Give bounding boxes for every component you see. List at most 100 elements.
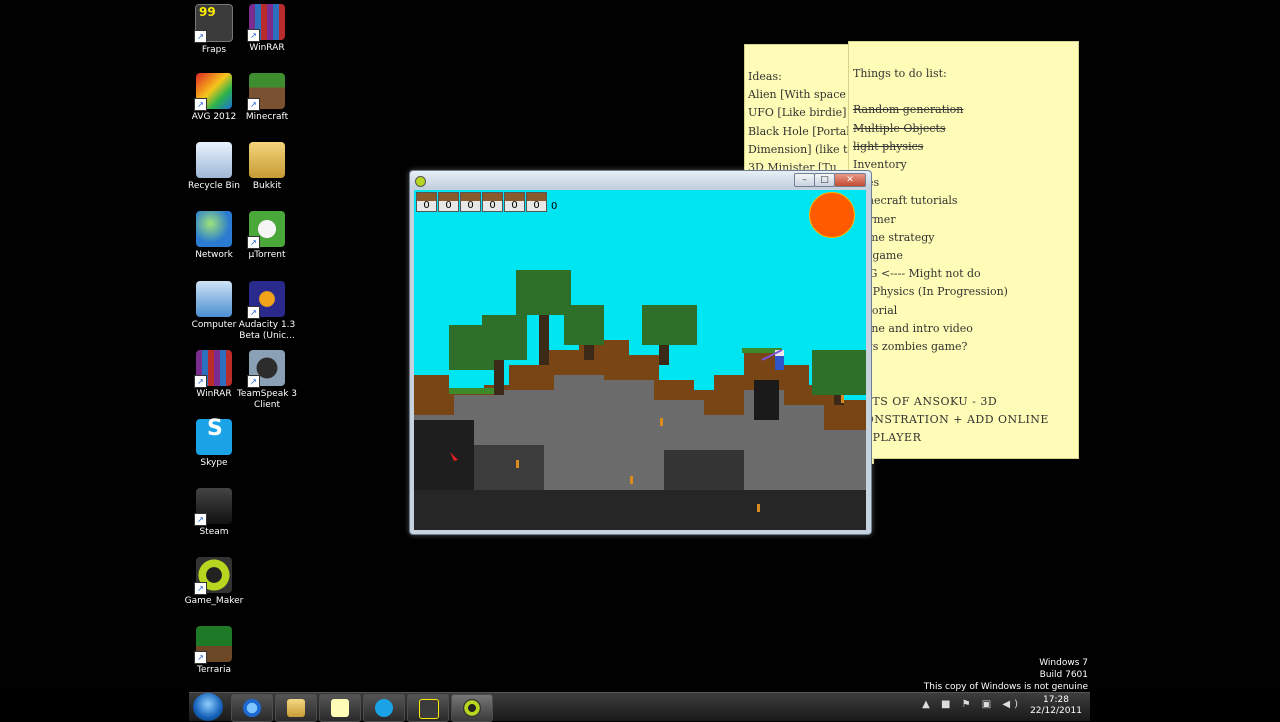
note-line: GHTS OF ANSOKU - 3D [853, 394, 998, 408]
clock-time: 17:28 [1043, 695, 1069, 705]
tree-canopy [812, 350, 866, 395]
computer-icon [196, 281, 232, 317]
desktop-icon-label: Skype [200, 458, 228, 468]
tree-canopy [642, 305, 697, 345]
desktop-icon-label: Steam [199, 527, 229, 537]
steam-icon: ↗ [194, 488, 232, 526]
sun [809, 192, 855, 238]
inventory-slot[interactable]: 0 [460, 192, 481, 212]
desktop-icon-skype[interactable]: Skype [179, 419, 249, 469]
desktop-icon-steam[interactable]: ↗ Steam [179, 488, 249, 538]
game-maker-icon [463, 699, 481, 717]
audacity-icon: ↗ [247, 281, 285, 319]
desktop-icon-label: WinRAR [249, 43, 285, 53]
game-scene [414, 270, 866, 530]
note-line-done: light physics [853, 139, 924, 153]
tray-icons[interactable]: ▲ ■ ⚑ ▣ ◀) [922, 699, 1022, 710]
tree-canopy [564, 305, 604, 345]
internet-explorer-icon [243, 699, 261, 717]
note-title: Things to do list: [853, 67, 947, 80]
desktop-icon-winrar[interactable]: ↗ WinRAR [232, 4, 302, 54]
desktop-icon-utorrent[interactable]: ↗ µTorrent [232, 211, 302, 261]
tree-canopy [516, 270, 571, 315]
close-button[interactable]: ✕ [834, 173, 866, 187]
windows-explorer-icon [287, 699, 305, 717]
game-maker-icon: ↗ [194, 557, 232, 595]
torch [757, 504, 760, 512]
note-line: zle game [853, 249, 903, 263]
start-button[interactable] [193, 693, 223, 721]
taskbar-fraps[interactable] [407, 694, 449, 722]
fraps-icon [419, 699, 439, 719]
clock[interactable]: 17:28 22/12/2011 [1026, 695, 1086, 717]
game-viewport[interactable]: 0 0 0 0 0 0 0 [414, 190, 866, 530]
minimize-button[interactable]: – [794, 173, 815, 187]
note-line: scene and intro video [853, 321, 973, 335]
note-line: mies [853, 174, 1075, 192]
inventory-slot[interactable]: 0 [526, 192, 547, 212]
taskbar-skype[interactable] [363, 694, 405, 722]
desktop-icon-audacity[interactable]: ↗ Audacity 1.3 Beta (Unic... [232, 281, 302, 342]
fraps-icon: ↗ [194, 4, 233, 43]
desktop-icon-label: µTorrent [248, 250, 286, 260]
winrar-icon: ↗ [194, 350, 232, 388]
torch [841, 395, 844, 403]
block-count: 0 [551, 201, 558, 212]
desktop-icon-label: AVG 2012 [191, 112, 237, 122]
note-line: ng [853, 356, 1075, 374]
note-line: MONSTRATION + ADD ONLINE [853, 412, 1049, 426]
desktop-icon-label: Computer [191, 320, 237, 330]
desktop-icon-terraria[interactable]: ↗ Terraria [179, 626, 249, 676]
note-line: ts vs zombies game? [853, 340, 968, 354]
winrar-icon: ↗ [247, 4, 285, 42]
inventory-slot[interactable]: 0 [416, 192, 437, 212]
minecraft-icon: ↗ [247, 73, 285, 111]
desktop-icon-label: WinRAR [196, 389, 232, 399]
window-titlebar[interactable]: – □ ✕ [410, 171, 871, 189]
inventory-slot[interactable]: 0 [504, 192, 525, 212]
desktop-icon-label: Audacity 1.3 Beta (Unic... [238, 320, 296, 341]
note-line: l time strategy [853, 230, 935, 244]
inventory-slot[interactable]: 0 [482, 192, 503, 212]
terraria-icon: ↗ [194, 626, 232, 664]
skype-icon [196, 419, 232, 455]
note-line: LTIPLAYER [853, 431, 922, 445]
skype-icon [375, 699, 393, 717]
taskbar-sticky-notes[interactable] [319, 694, 361, 722]
taskbar: ▲ ■ ⚑ ▣ ◀) 17:28 22/12/2011 [189, 692, 1090, 722]
taskbar-windows-explorer[interactable] [275, 694, 317, 722]
desktop-icon-label: Fraps [201, 45, 227, 55]
desktop-icon-label: Game_Maker [184, 596, 244, 606]
watermark-line: Windows 7 [1039, 658, 1088, 668]
windows-not-genuine-watermark: Windows 7 Build 7601 This copy of Window… [924, 657, 1088, 693]
torch [630, 476, 633, 484]
game-maker-app-icon [415, 176, 426, 187]
taskbar-internet-explorer[interactable] [231, 694, 273, 722]
inventory-slot[interactable]: 0 [438, 192, 459, 212]
note-line-done: Random generation [853, 103, 964, 117]
maximize-button[interactable]: □ [814, 173, 835, 187]
desktop-icon-label: Bukkit [252, 181, 282, 191]
desktop-icon-bukkit[interactable]: Bukkit [232, 142, 302, 192]
clock-date: 22/12/2011 [1030, 706, 1082, 716]
desktop-icon-label: Terraria [197, 665, 231, 675]
note-line [853, 374, 1075, 392]
network-icon [196, 211, 232, 247]
desktop-icon-label: Network [195, 250, 233, 260]
note-line: Inventory [853, 158, 907, 172]
desktop-icon-minecraft[interactable]: ↗ Minecraft [232, 73, 302, 123]
desktop-icon-game-maker[interactable]: ↗ Game_Maker [179, 557, 249, 607]
desktop-icon-teamspeak[interactable]: ↗ TeamSpeak 3 Client [232, 350, 302, 411]
torch [660, 418, 663, 426]
inventory-hotbar: 0 0 0 0 0 0 0 [416, 192, 557, 222]
note-line: Tutorial [853, 303, 898, 317]
desktop-icon-label: TeamSpeak 3 Client [236, 389, 298, 410]
sticky-note-todo[interactable]: Things to do list: Random generation Mul… [848, 41, 1079, 459]
folder-icon [249, 142, 285, 178]
avg-icon: ↗ [194, 73, 232, 111]
note-line-done: Multiple Objects [853, 121, 946, 135]
watermark-line: Build 7601 [1039, 670, 1088, 680]
game-window[interactable]: – □ ✕ 0 0 0 0 0 0 0 [409, 170, 872, 535]
torch [516, 460, 519, 468]
taskbar-game-maker[interactable] [451, 694, 493, 722]
